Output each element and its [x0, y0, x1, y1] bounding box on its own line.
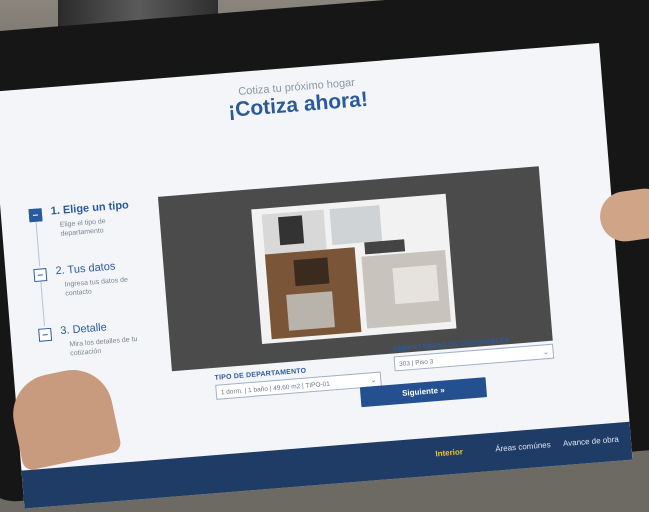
plan-kitchen-counter [277, 215, 305, 246]
step-connector [40, 281, 45, 327]
step-connector [35, 221, 41, 267]
step-description: Ingresa tus datos de contacto [64, 276, 129, 298]
step-description: Elige el tipo de departamento [59, 218, 106, 238]
plan-bed [392, 264, 440, 305]
step-minus-icon [28, 208, 43, 223]
tipo-value: 1 dorm. | 1 baño | 49,60 m2 | TIPO-01 [220, 380, 331, 397]
step-2[interactable]: 2. Tus datos Ingresa tus datos de contac… [33, 257, 157, 327]
plan-dining-table [293, 257, 330, 287]
step-title: 3. Detalle [59, 321, 108, 338]
step-title: 1. Elige un tipo [50, 199, 130, 218]
step-minus-icon [33, 268, 48, 283]
step-description: Mira los detalles de tu cotización [69, 335, 138, 358]
chevron-down-icon: ⌄ [542, 349, 549, 357]
plan-sofa [286, 291, 335, 331]
step-1[interactable]: 1. Elige un tipo Elige el tipo de depart… [28, 198, 152, 267]
steps-list: 1. Elige un tipo Elige el tipo de depart… [28, 198, 162, 387]
nav-item-areas[interactable]: Áreas comúnes [495, 440, 551, 453]
nav-item-interior[interactable]: Interior [435, 447, 463, 458]
disponibles-value: 303 | Piso 3 [398, 358, 434, 369]
nav-item-avance[interactable]: Avance de obra [563, 435, 619, 448]
step-minus-icon [38, 327, 53, 342]
plan-bathroom [329, 205, 383, 246]
